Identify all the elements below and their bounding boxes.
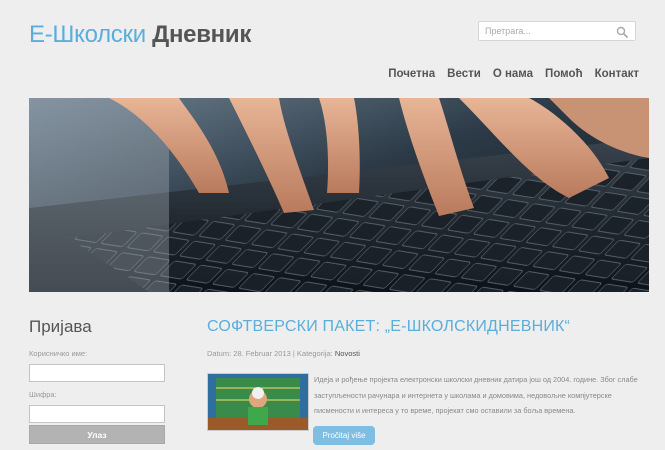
username-field[interactable]: [29, 364, 165, 382]
site-logo[interactable]: Е-Школски Дневник: [29, 21, 251, 49]
nav-item-help[interactable]: Помоћ: [545, 68, 583, 80]
password-field[interactable]: [29, 405, 165, 423]
login-heading: Пријава: [29, 317, 92, 336]
login-button[interactable]: Улаз: [29, 425, 165, 444]
main-nav: Почетна Вести О нама Помоћ Контакт: [388, 68, 639, 80]
search-box: [478, 21, 636, 41]
article-excerpt: Идеја и рођење пројекта електронски школ…: [314, 375, 638, 415]
nav-item-home[interactable]: Почетна: [388, 68, 435, 80]
logo-part-2: Дневник: [152, 21, 252, 48]
username-label: Корисничко име:: [29, 349, 88, 358]
search-input[interactable]: [485, 25, 605, 37]
read-more-button[interactable]: Pročitaj više: [313, 426, 375, 445]
article-category-link[interactable]: Novosti: [335, 349, 360, 358]
nav-item-about[interactable]: О нама: [493, 68, 533, 80]
nav-item-contact[interactable]: Контакт: [595, 68, 639, 80]
nav-item-news[interactable]: Вести: [447, 68, 481, 80]
article-title[interactable]: СОФТВЕРСКИ ПАКЕТ: „Е-ШКОЛСКИДНЕВНИК“: [207, 318, 570, 336]
article-thumbnail[interactable]: [207, 373, 309, 431]
password-label: Шифра:: [29, 390, 57, 399]
hero-banner-image: [29, 98, 649, 292]
logo-part-1: Е-Школски: [29, 21, 146, 48]
article-date: Datum: 28. Februar 2013 | Kategorija:: [207, 349, 335, 358]
search-icon[interactable]: [616, 25, 628, 38]
article-meta: Datum: 28. Februar 2013 | Kategorija: No…: [207, 349, 360, 358]
